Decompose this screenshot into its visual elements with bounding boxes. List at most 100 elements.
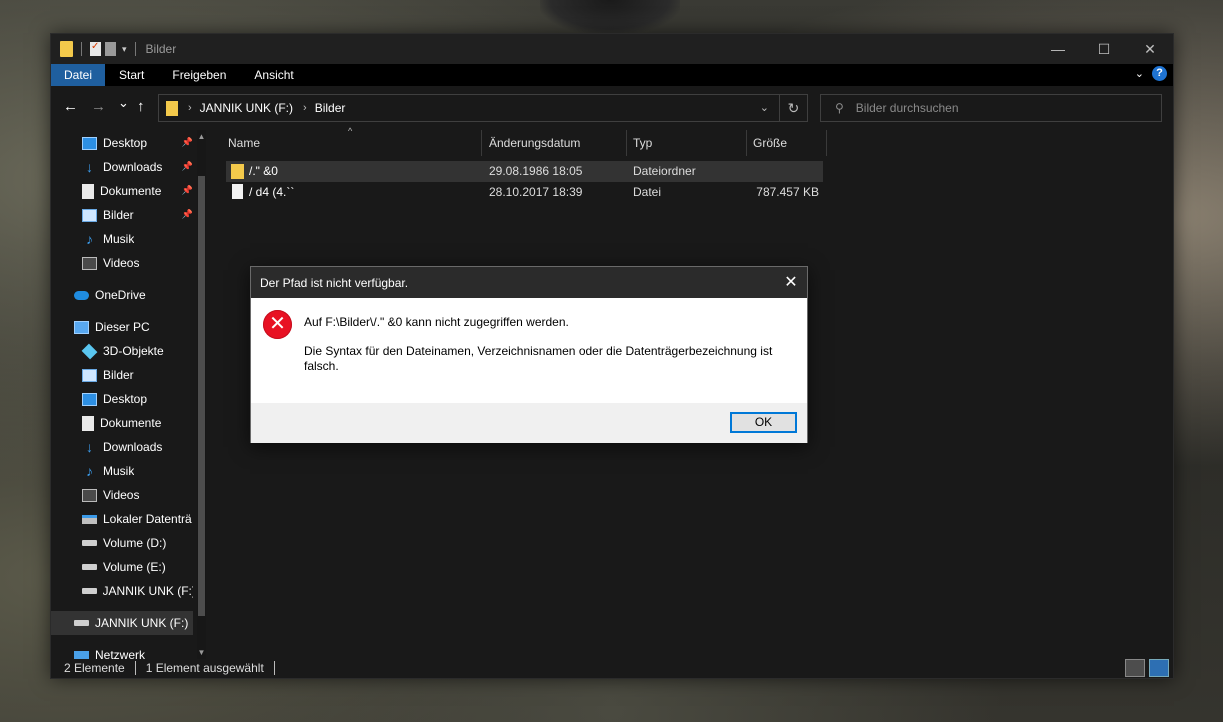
sidebar-item[interactable]: ♪ Musik [51, 227, 193, 251]
dialog-body: ✕ Auf F:\Bilder\/." &0 kann nicht zugegr… [251, 298, 807, 403]
navigation-pane-scrollbar[interactable]: ▲ ▼ [197, 130, 206, 659]
download-icon: ↓ [86, 158, 93, 175]
video-icon [82, 256, 97, 270]
desktop-icon [82, 392, 97, 406]
maximize-button[interactable]: ☐ [1081, 34, 1127, 64]
help-icon[interactable]: ? [1152, 66, 1167, 81]
sidebar-item-label: Desktop [103, 136, 148, 150]
drive-icon [82, 540, 97, 546]
sidebar-item[interactable]: Dokumente 📌 [51, 179, 193, 203]
sidebar-item[interactable]: Desktop 📌 [51, 131, 193, 155]
back-button[interactable]: ← [63, 98, 78, 115]
selection-count: 1 Element ausgewählt [145, 661, 264, 675]
up-button[interactable]: ↑ [137, 98, 145, 115]
expand-ribbon-chevron-icon[interactable]: ⌄ [1135, 67, 1144, 80]
desktop-icon [82, 136, 97, 150]
column-header-name[interactable]: Name [228, 128, 260, 158]
column-divider[interactable] [481, 130, 482, 156]
sidebar-item[interactable]: Dokumente [51, 411, 193, 435]
sidebar-item[interactable]: Bilder [51, 363, 193, 387]
navigation-pane: Desktop 📌 ↓ Downloads 📌 Dokumente 📌 Bilder 📌 ♪ Mus… [51, 129, 206, 659]
sidebar-item[interactable]: Desktop [51, 387, 193, 411]
file-type: Dateiordner [633, 164, 696, 178]
sidebar-item[interactable]: Videos [51, 251, 193, 275]
large-icons-view-icon[interactable] [1149, 659, 1169, 677]
breadcrumb-chevron-icon[interactable]: › [303, 102, 307, 114]
breadcrumb-drive[interactable]: JANNIK UNK (F:) [200, 101, 293, 115]
sidebar-item[interactable]: ↓ Downloads 📌 [51, 155, 193, 179]
scroll-up-arrow-icon[interactable]: ▲ [197, 132, 206, 141]
column-divider[interactable] [746, 130, 747, 156]
document-icon [82, 183, 94, 199]
minimize-button[interactable]: — [1035, 34, 1081, 64]
column-header-date[interactable]: Änderungsdatum [489, 128, 580, 158]
pin-icon[interactable]: 📌 [182, 161, 193, 172]
details-view-icon[interactable] [1125, 659, 1145, 677]
properties-icon[interactable] [90, 41, 101, 56]
sidebar-item[interactable]: Videos [51, 483, 193, 507]
tab-datei[interactable]: Datei [51, 64, 106, 86]
dialog-title: Der Pfad ist nicht verfügbar. [260, 276, 409, 290]
sidebar-item-label: Dokumente [100, 184, 162, 198]
sidebar-item[interactable]: Bilder 📌 [51, 203, 193, 227]
divider [273, 661, 275, 675]
pin-icon[interactable]: 📌 [182, 137, 193, 148]
sidebar-item-label: Bilder [103, 208, 134, 222]
dialog-footer: OK [251, 403, 807, 443]
column-header-size[interactable]: Größe [753, 128, 787, 158]
music-icon: ♪ [86, 230, 93, 247]
sidebar-item[interactable]: ♪ Musik [51, 459, 193, 483]
file-row[interactable]: / d4 (4.`` 28.10.2017 18:39 Datei 787.45… [226, 182, 823, 203]
customize-toolbar-chevron-icon[interactable]: ▾ [122, 44, 127, 55]
onedrive-icon [74, 290, 89, 300]
sidebar-item[interactable]: ↓ Downloads [51, 435, 193, 459]
sidebar-item[interactable]: Lokaler Datenträ [51, 507, 193, 531]
tab-ansicht[interactable]: Ansicht [240, 64, 307, 86]
sidebar-item[interactable]: Volume (E:) [51, 555, 193, 579]
sidebar-item[interactable]: JANNIK UNK (F:) [51, 579, 193, 603]
sidebar-item-label: OneDrive [95, 288, 146, 302]
address-bar[interactable]: › JANNIK UNK (F:) › Bilder ⌄ ↻ [158, 94, 808, 122]
window-title: Bilder [145, 42, 177, 56]
recent-locations-button[interactable]: ⌄ [118, 95, 129, 111]
sidebar-item-label: Videos [103, 488, 140, 502]
close-button[interactable]: ✕ [1127, 34, 1173, 64]
column-divider[interactable] [826, 130, 827, 156]
pictures-icon [82, 208, 97, 222]
sidebar-item[interactable]: OneDrive [51, 283, 193, 307]
sidebar-item-label: Downloads [103, 160, 163, 174]
new-folder-icon[interactable] [105, 42, 116, 56]
breadcrumb-chevron-icon[interactable]: › [188, 102, 192, 114]
sidebar-item[interactable]: Volume (D:) [51, 531, 193, 555]
pin-icon[interactable]: 📌 [182, 209, 193, 220]
sidebar-item-label: JANNIK UNK (F:) [95, 616, 189, 630]
sidebar-item-label: JANNIK UNK (F:) [102, 584, 193, 598]
file-type: Datei [633, 185, 662, 199]
document-icon [82, 415, 94, 431]
tab-freigeben[interactable]: Freigeben [158, 64, 240, 86]
file-row[interactable]: /." &0 29.08.1986 18:05 Dateiordner [226, 161, 823, 182]
sidebar-item-label: Musik [103, 464, 135, 478]
column-divider[interactable] [626, 130, 627, 156]
search-box[interactable]: ⚲ [820, 94, 1162, 122]
column-header-type[interactable]: Typ [633, 128, 652, 158]
ok-button[interactable]: OK [730, 412, 797, 433]
window-controls: — ☐ ✕ [1035, 34, 1173, 64]
sidebar-item-label: Dokumente [100, 416, 162, 430]
ribbon-right: ⌄ ? [1135, 66, 1167, 81]
sidebar-item-label: Downloads [103, 440, 163, 454]
tab-start[interactable]: Start [105, 64, 158, 86]
sidebar-item[interactable]: JANNIK UNK (F:) [51, 611, 193, 635]
sidebar-item[interactable]: 3D-Objekte [51, 339, 193, 363]
search-input[interactable] [855, 101, 1136, 115]
dialog-close-button[interactable]: ✕ [775, 267, 807, 298]
refresh-icon[interactable]: ↻ [779, 95, 807, 121]
address-history-chevron-icon[interactable]: ⌄ [760, 101, 769, 114]
forward-button[interactable]: → [91, 98, 106, 115]
breadcrumb-folder[interactable]: Bilder [315, 101, 346, 115]
sidebar-item[interactable]: Dieser PC [51, 315, 193, 339]
pin-icon[interactable]: 📌 [182, 185, 193, 196]
divider [134, 42, 136, 56]
scroll-thumb[interactable] [198, 176, 205, 616]
pictures-icon [82, 368, 97, 382]
